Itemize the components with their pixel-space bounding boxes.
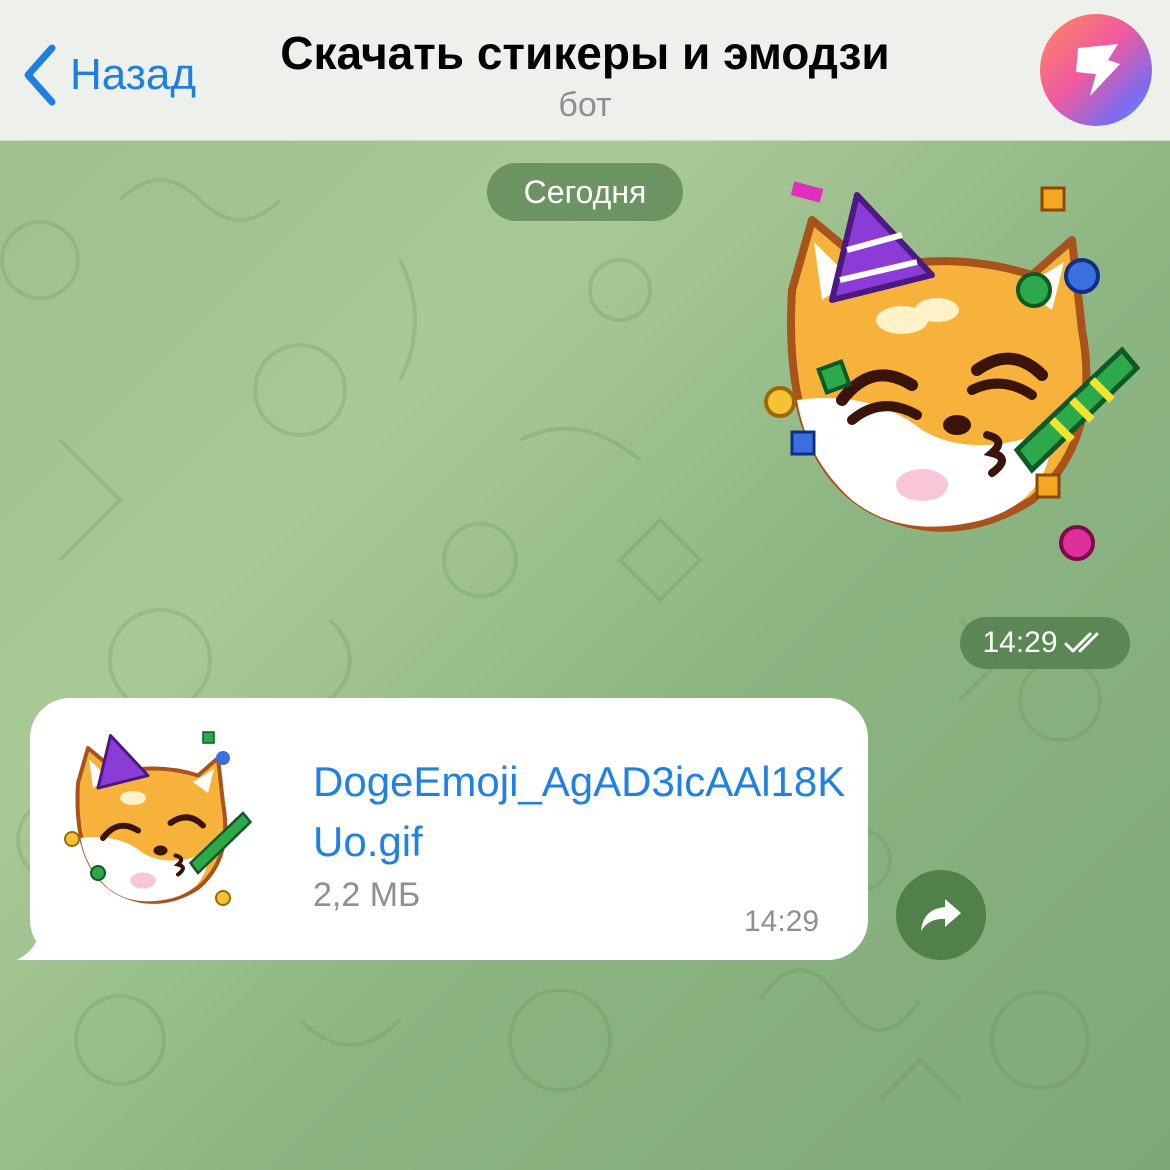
chat-subtitle: бот — [558, 86, 612, 124]
doge-party-sticker[interactable] — [752, 180, 1152, 580]
forward-button[interactable] — [896, 870, 986, 960]
file-name-link[interactable]: DogeEmoji_AgAD3icAAl18KUo.gif — [313, 752, 853, 872]
sticker-timestamp: 14:29 — [960, 617, 1130, 669]
chat-screen: Назад Скачать стикеры и эмодзи бот Сегод… — [0, 0, 1170, 1170]
date-separator: Сегодня — [487, 163, 683, 221]
forward-arrow-icon — [921, 899, 961, 931]
file-thumbnail[interactable] — [58, 728, 258, 928]
file-message-time: 14:29 — [744, 905, 820, 938]
chat-title[interactable]: Скачать стикеры и эмодзи — [0, 26, 1170, 80]
bot-avatar[interactable] — [1040, 14, 1152, 126]
file-size: 2,2 МБ — [313, 876, 421, 914]
chat-header: Назад Скачать стикеры и эмодзи бот — [0, 0, 1170, 141]
sticker-time: 14:29 — [982, 626, 1058, 659]
double-check-icon — [1064, 632, 1099, 653]
star-logo-icon — [1076, 44, 1120, 96]
